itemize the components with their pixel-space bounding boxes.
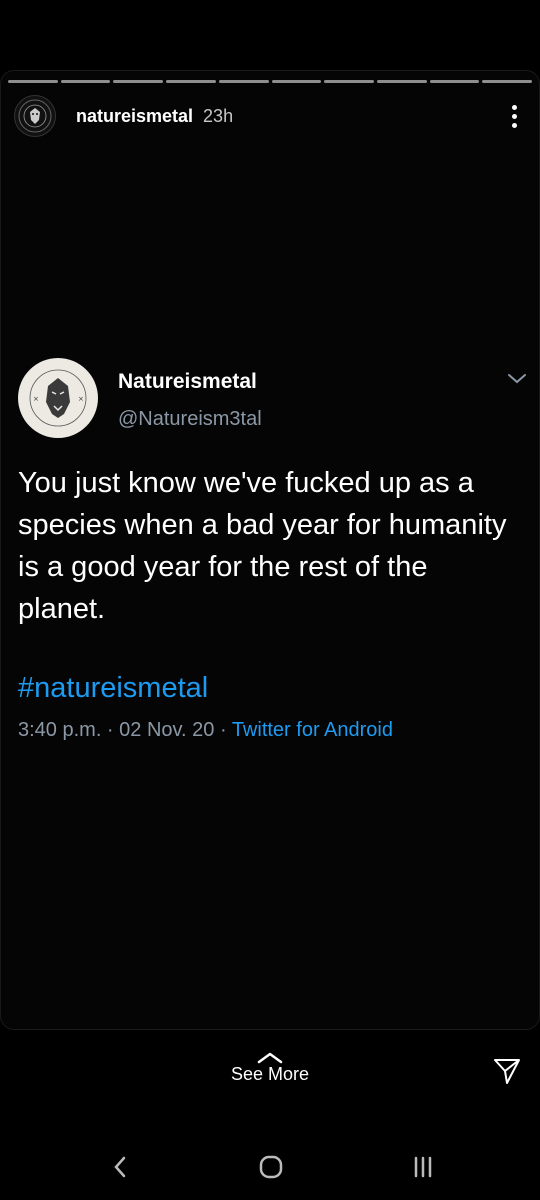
story-progress-segment bbox=[429, 80, 480, 83]
story-progress-segment bbox=[166, 80, 216, 83]
story-progress-segment bbox=[376, 80, 427, 83]
recents-icon[interactable] bbox=[408, 1152, 438, 1182]
tweet-source[interactable]: Twitter for Android bbox=[232, 719, 393, 741]
svg-text:×: × bbox=[78, 395, 84, 403]
tweet-card: × × Natureismetal @Natureism3tal You jus… bbox=[18, 358, 528, 742]
see-more-button[interactable]: See More bbox=[0, 1052, 540, 1085]
story-progress-segment bbox=[60, 80, 111, 83]
story-progress-segment bbox=[113, 80, 164, 83]
story-time: 23h bbox=[203, 105, 234, 126]
lion-logo-icon bbox=[18, 99, 52, 133]
send-icon[interactable] bbox=[492, 1056, 522, 1086]
story-username[interactable]: natureismetal bbox=[76, 106, 193, 127]
story-progress-segment bbox=[271, 80, 322, 83]
story-progress-segment bbox=[8, 80, 58, 83]
back-icon[interactable] bbox=[105, 1152, 135, 1182]
story-avatar[interactable] bbox=[14, 95, 56, 137]
tweet-header: × × Natureismetal @Natureism3tal bbox=[18, 358, 528, 448]
chevron-down-icon[interactable] bbox=[506, 372, 528, 386]
tweet-text: You just know we've fucked up as a speci… bbox=[18, 467, 507, 625]
see-more-label: See More bbox=[230, 1064, 310, 1084]
story-progress-segment bbox=[482, 80, 533, 83]
chevron-up-icon bbox=[257, 1052, 283, 1064]
home-icon[interactable] bbox=[256, 1152, 286, 1182]
story-progress-segment bbox=[324, 80, 374, 83]
tweet-meta: 3:40 p.m. · 02 Nov. 20 · Twitter for And… bbox=[18, 719, 528, 742]
tweet-handle[interactable]: @Natureism3tal bbox=[118, 408, 262, 431]
screen: natureismetal 23h × × Natureismetal @Nat… bbox=[0, 0, 540, 1200]
tweet-timestamp: 3:40 p.m. · 02 Nov. 20 · bbox=[18, 719, 232, 741]
story-header: natureismetal 23h bbox=[14, 95, 526, 137]
tweet-hashtag[interactable]: #natureismetal bbox=[18, 672, 528, 705]
story-progress-bar bbox=[8, 80, 533, 83]
tweet-display-name[interactable]: Natureismetal bbox=[118, 370, 257, 394]
system-nav-bar bbox=[0, 1142, 540, 1192]
tweet-avatar: × × bbox=[18, 358, 98, 438]
lion-emblem-icon: × × bbox=[20, 360, 96, 436]
story-progress-segment bbox=[218, 80, 269, 83]
svg-text:×: × bbox=[33, 395, 39, 403]
menu-dots-icon[interactable] bbox=[502, 98, 526, 134]
